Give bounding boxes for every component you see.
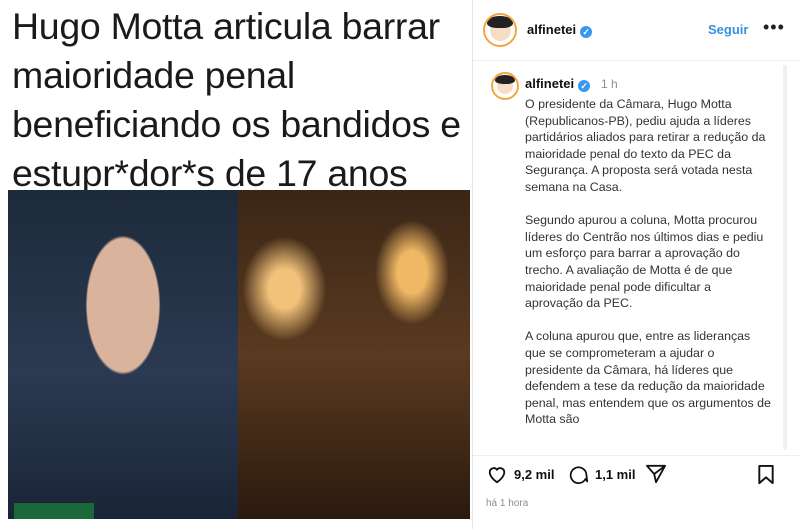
caption-username[interactable]: alfinetei ✓ (525, 76, 591, 92)
verified-icon: ✓ (578, 80, 591, 92)
post-caption: O presidente da Câmara, Hugo Motta (Repu… (525, 97, 771, 427)
avatar[interactable] (483, 13, 517, 47)
comment-icon (569, 466, 589, 484)
share-button[interactable] (645, 464, 673, 484)
bookmark-icon (758, 464, 774, 485)
comment-button[interactable]: 1,1 mil (568, 464, 635, 485)
watermark-badge (14, 503, 94, 519)
caption-scrollbar[interactable] (783, 65, 787, 450)
likes-count: 9,2 mil (514, 466, 555, 482)
header-username[interactable]: alfinetei ✓ (527, 22, 593, 38)
politician-photo (8, 190, 238, 519)
headline: Hugo Motta articula barrar maioridade pe… (12, 5, 461, 194)
caption-avatar[interactable] (491, 72, 519, 100)
instagram-post-panel: alfinetei ✓ Seguir ••• alfinetei ✓ 1 h O p… (473, 0, 800, 529)
follow-button[interactable]: Seguir (708, 22, 748, 37)
verified-icon: ✓ (580, 26, 593, 38)
footer-time: há 1 hora (486, 498, 529, 509)
action-bar: 9,2 mil 1,1 mil há 1 hora (473, 455, 800, 530)
gavel-photo (238, 190, 470, 519)
news-panel: Hugo Motta articula barrar maioridade pe… (0, 0, 472, 529)
share-icon (646, 464, 666, 484)
save-button[interactable] (757, 464, 781, 485)
post-header: alfinetei ✓ Seguir ••• (473, 0, 800, 61)
heart-icon (488, 467, 506, 484)
more-dots-icon[interactable]: ••• (763, 17, 785, 38)
post-time: 1 h (601, 77, 618, 91)
comments-count: 1,1 mil (595, 467, 636, 482)
like-button[interactable]: 9,2 mil (486, 464, 554, 484)
